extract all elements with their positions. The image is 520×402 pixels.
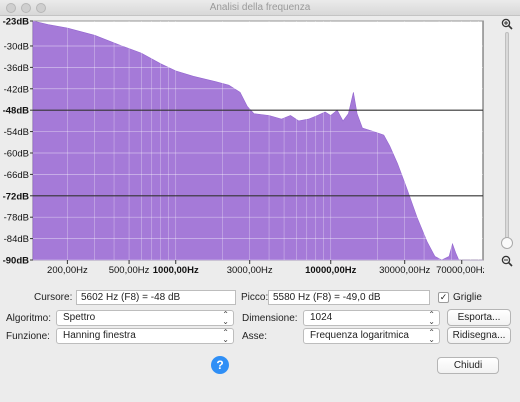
x-tick-label: 200,00Hz bbox=[47, 265, 88, 276]
zoom-out-icon[interactable] bbox=[501, 255, 513, 267]
spectrum-chart-svg[interactable]: -23dB -30dB -36dB -42dB -48dB -54dB -60dB -66dB… bbox=[0, 17, 488, 280]
axis-select-value: Frequenza logaritmica bbox=[310, 330, 409, 341]
cursor-readout[interactable]: 5602 Hz (F8) = -48 dB bbox=[76, 290, 236, 305]
algorithm-select[interactable]: Spettro ⌃ ⌄ bbox=[56, 310, 234, 326]
peak-label: Picco: bbox=[241, 292, 269, 303]
function-select[interactable]: Hanning finestra ⌃ ⌄ bbox=[56, 328, 234, 344]
y-tick-label: -36dB bbox=[4, 63, 29, 74]
frequency-analysis-window: Analisi della frequenza -23dB -30dB -36dB -… bbox=[0, 0, 520, 402]
algorithm-label: Algoritmo: bbox=[6, 313, 52, 324]
y-tick-label: -78dB bbox=[4, 213, 29, 224]
cursor-label: Cursore: bbox=[34, 292, 73, 303]
close-button[interactable]: Chiudi bbox=[437, 357, 499, 374]
grid-label: Griglie bbox=[453, 292, 482, 303]
peak-readout[interactable]: 5580 Hz (F8) = -49,0 dB bbox=[268, 290, 430, 305]
vertical-zoom-slider[interactable] bbox=[497, 18, 517, 268]
x-tick-label: 70000,00Hz bbox=[436, 265, 484, 276]
y-tick-label: -42dB bbox=[4, 84, 29, 95]
window-title: Analisi della frequenza bbox=[209, 2, 311, 13]
y-tick-label: -23dB bbox=[3, 18, 30, 28]
y-tick-label: -90dB bbox=[3, 256, 30, 267]
x-tick-label: 500,00Hz bbox=[109, 265, 150, 276]
y-tick-label: -84dB bbox=[4, 234, 29, 245]
size-select[interactable]: 1024 ⌃ ⌄ bbox=[303, 310, 440, 326]
export-button[interactable]: Esporta... bbox=[447, 309, 511, 326]
y-tick-label: -66dB bbox=[4, 170, 29, 181]
select-arrows-icon: ⌃ ⌄ bbox=[222, 328, 229, 344]
select-arrows-icon: ⌃ ⌄ bbox=[428, 328, 435, 344]
x-tick-label: 1000,00Hz bbox=[153, 265, 199, 276]
y-tick-label: -60dB bbox=[4, 148, 29, 159]
help-icon[interactable]: ? bbox=[211, 356, 229, 374]
y-tick-label: -54dB bbox=[4, 127, 29, 138]
algorithm-select-value: Spettro bbox=[63, 312, 96, 323]
x-tick-label: 3000,00Hz bbox=[227, 265, 273, 276]
size-select-value: 1024 bbox=[310, 312, 333, 323]
title-bar: Analisi della frequenza bbox=[0, 0, 520, 16]
y-tick-label: -72dB bbox=[3, 191, 30, 202]
axis-select[interactable]: Frequenza logaritmica ⌃ ⌄ bbox=[303, 328, 440, 344]
grid-checkbox[interactable]: ✓ bbox=[438, 292, 449, 303]
function-label: Funzione: bbox=[6, 331, 50, 342]
redraw-button[interactable]: Ridisegna... bbox=[447, 327, 511, 344]
y-tick-label: -30dB bbox=[4, 41, 29, 52]
spectrum-plot[interactable]: -23dB -30dB -36dB -42dB -48dB -54dB -60dB -66dB… bbox=[0, 17, 488, 280]
axis-label: Asse: bbox=[242, 331, 268, 342]
slider-track[interactable] bbox=[505, 32, 509, 242]
size-label: Dimensione: bbox=[242, 313, 298, 324]
zoom-in-icon[interactable] bbox=[501, 18, 513, 30]
function-select-value: Hanning finestra bbox=[63, 330, 136, 341]
x-tick-label: 30000,00Hz bbox=[379, 265, 430, 276]
y-tick-label: -48dB bbox=[3, 106, 30, 117]
select-arrows-icon: ⌃ ⌄ bbox=[428, 310, 435, 326]
x-tick-label: 10000,00Hz bbox=[305, 265, 356, 276]
slider-knob[interactable] bbox=[501, 237, 513, 249]
select-arrows-icon: ⌃ ⌄ bbox=[222, 310, 229, 326]
